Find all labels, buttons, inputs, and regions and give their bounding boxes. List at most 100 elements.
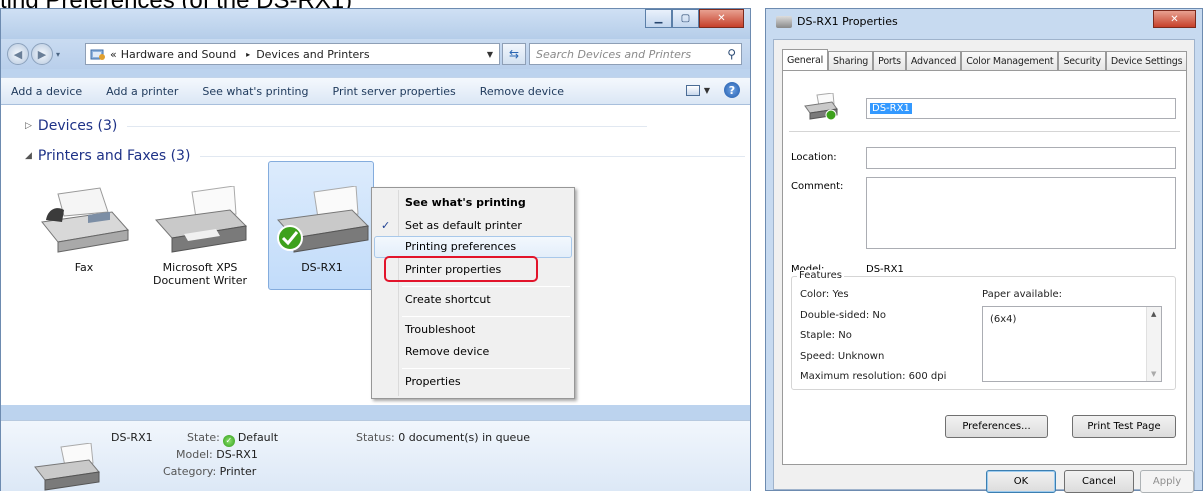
dialog-body: General Sharing Ports Advanced Color Man… — [773, 39, 1195, 493]
print-test-page-button[interactable]: Print Test Page — [1072, 415, 1176, 438]
address-bar[interactable]: « Hardware and Sound ▸ Devices and Print… — [85, 43, 500, 65]
scrollbar[interactable]: ▲ ▼ — [1146, 307, 1161, 381]
ok-button[interactable]: OK — [986, 470, 1056, 493]
paper-available-list[interactable]: (6x4) ▲ ▼ — [982, 306, 1162, 382]
menu-item-remove-device[interactable]: Remove device — [374, 341, 572, 363]
search-icon[interactable]: ⚲ — [727, 47, 736, 61]
address-bar-row: ◀ ▶ ▾ « Hardware and Sound ▸ Devices and… — [1, 39, 750, 69]
address-dropdown-icon[interactable]: ▼ — [487, 50, 493, 59]
details-model: Model: DS-RX1 — [176, 448, 258, 461]
dialog-title-bar: DS-RX1 Properties — [766, 9, 1202, 34]
expand-icon[interactable]: ▷ — [25, 121, 32, 131]
details-state: State: ✓ Default — [187, 431, 279, 447]
back-button[interactable]: ◀ — [7, 43, 29, 65]
breadcrumb-overflow[interactable]: « — [110, 48, 117, 61]
history-dropdown-icon[interactable]: ▾ — [56, 50, 60, 59]
dialog-close-button[interactable]: ✕ — [1153, 10, 1196, 28]
printer-name-input[interactable]: DS-RX1 — [866, 98, 1176, 119]
group-devices-label: Devices (3) — [37, 118, 118, 134]
search-input[interactable]: Search Devices and Printers ⚲ — [529, 43, 742, 65]
printer-icon — [804, 93, 838, 121]
device-label: DS-RX1 — [301, 261, 343, 274]
group-devices[interactable]: ▷ Devices (3) — [25, 118, 648, 134]
maximize-button[interactable]: ▢ — [672, 9, 699, 28]
tab-device-settings[interactable]: Device Settings — [1105, 51, 1188, 70]
tab-general[interactable]: General — [782, 49, 829, 70]
menu-item-properties[interactable]: Properties — [374, 371, 572, 393]
apply-button[interactable]: Apply — [1140, 470, 1194, 493]
feature-double-sided: Double-sided: No — [800, 310, 887, 321]
scroll-down-icon[interactable]: ▼ — [1151, 370, 1156, 378]
menu-item-printing-preferences[interactable]: Printing preferences — [374, 236, 572, 258]
list-item[interactable]: (6x4) — [990, 314, 1016, 325]
scroll-up-icon[interactable]: ▲ — [1151, 310, 1156, 318]
check-icon: ✓ — [381, 219, 391, 232]
help-icon[interactable]: ? — [724, 82, 740, 98]
details-pane: DS-RX1 State: ✓ Default Model: DS-RX1 Cate… — [1, 420, 750, 491]
remove-device-button[interactable]: Remove device — [468, 85, 576, 98]
printer-icon — [277, 185, 370, 253]
minimize-button[interactable]: ▁ — [645, 9, 672, 28]
tab-color-management[interactable]: Color Management — [961, 51, 1059, 70]
general-tab-panel: DS-RX1 Location: Comment: Model: DS-RX1 … — [782, 70, 1187, 465]
breadcrumb-separator[interactable]: ▸ — [246, 50, 250, 59]
features-group: Features Color: Yes Double-sided: No Sta… — [791, 270, 1176, 390]
menu-item-set-default[interactable]: ✓ Set as default printer — [374, 215, 572, 237]
device-item-fax[interactable]: Fax — [36, 186, 132, 274]
close-button[interactable]: ✕ — [699, 9, 744, 28]
title-bar: ▁ ▢ ✕ — [1, 9, 750, 39]
forward-button[interactable]: ▶ — [31, 43, 53, 65]
breadcrumb-devices-and-printers[interactable]: Devices and Printers — [256, 48, 369, 61]
tab-advanced[interactable]: Advanced — [905, 51, 962, 70]
paper-available-label: Paper available: — [982, 289, 1063, 300]
breadcrumb-hardware-and-sound[interactable]: Hardware and Sound — [121, 48, 236, 61]
printer-properties-dialog: DS-RX1 Properties ✕ General Sharing Port… — [765, 8, 1203, 493]
feature-speed: Speed: Unknown — [800, 351, 885, 362]
comment-input[interactable] — [866, 177, 1176, 249]
add-printer-button[interactable]: Add a printer — [94, 85, 190, 98]
group-printers-label: Printers and Faxes (3) — [37, 148, 191, 164]
tab-strip: General Sharing Ports Advanced Color Man… — [782, 49, 1188, 70]
details-status: Status: 0 document(s) in queue — [356, 431, 531, 444]
preferences-button[interactable]: Preferences... — [945, 415, 1048, 438]
printer-icon — [34, 443, 100, 491]
ok-check-icon: ✓ — [222, 435, 235, 447]
details-name: DS-RX1 — [111, 431, 153, 444]
device-item-ds-rx1[interactable]: DS-RX1 — [270, 185, 374, 274]
highlight-annotation — [384, 256, 538, 282]
view-dropdown-icon[interactable]: ▼ — [704, 86, 710, 95]
feature-max-resolution: Maximum resolution: 600 dpi — [800, 371, 947, 382]
see-whats-printing-button[interactable]: See what's printing — [190, 85, 320, 98]
feature-color: Color: Yes — [800, 289, 849, 300]
location-label: Location: — [791, 152, 837, 163]
menu-item-create-shortcut[interactable]: Create shortcut — [374, 289, 572, 311]
menu-item-troubleshoot[interactable]: Troubleshoot — [374, 319, 572, 341]
device-label: Microsoft XPS Document Writer — [152, 261, 248, 287]
device-item-xps-writer[interactable]: Microsoft XPS Document Writer — [148, 185, 252, 287]
menu-item-see-whats-printing[interactable]: See what's printing — [374, 192, 572, 214]
tab-ports[interactable]: Ports — [873, 51, 906, 70]
details-category: Category: Printer — [163, 465, 257, 478]
comment-label: Comment: — [791, 181, 844, 192]
print-server-properties-button[interactable]: Print server properties — [321, 85, 468, 98]
model-value: DS-RX1 — [866, 264, 904, 275]
add-device-button[interactable]: Add a device — [1, 85, 94, 98]
features-legend: Features — [797, 270, 844, 281]
command-bar: Add a device Add a printer See what's pr… — [1, 77, 750, 105]
tab-sharing[interactable]: Sharing — [828, 51, 874, 70]
cancel-button[interactable]: Cancel — [1064, 470, 1134, 493]
dialog-title: DS-RX1 Properties — [797, 15, 898, 28]
printer-icon — [776, 15, 792, 28]
menu-item-label: Set as default printer — [405, 219, 522, 232]
group-printers-and-faxes[interactable]: ◢ Printers and Faxes (3) — [25, 148, 746, 164]
fax-icon — [41, 187, 129, 253]
view-options-icon[interactable] — [685, 84, 700, 96]
printer-icon — [155, 185, 248, 253]
control-panel-icon — [90, 49, 105, 60]
device-label: Fax — [74, 261, 94, 274]
tab-security[interactable]: Security — [1058, 51, 1106, 70]
context-menu: See what's printing ✓ Set as default pri… — [371, 187, 575, 399]
refresh-icon[interactable]: ⇆ — [502, 43, 526, 65]
location-input[interactable] — [866, 147, 1176, 169]
collapse-icon[interactable]: ◢ — [25, 151, 32, 161]
